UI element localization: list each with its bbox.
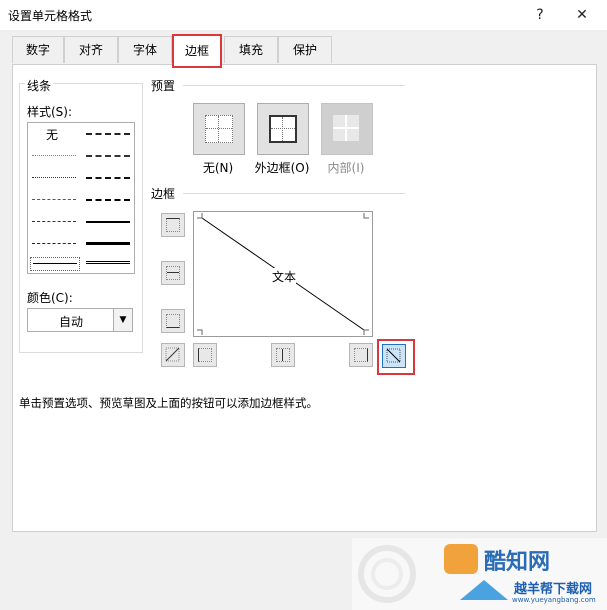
border-left-button[interactable]	[193, 343, 217, 367]
line-style-double[interactable]	[86, 261, 130, 264]
line-style-slant-dash-dot[interactable]	[86, 155, 130, 157]
tab-number[interactable]: 数字	[12, 36, 64, 63]
tab-alignment[interactable]: 对齐	[64, 36, 118, 63]
border-section-title: 边框	[151, 187, 176, 201]
line-style-dash-dot[interactable]	[32, 221, 76, 222]
diagonal-down-icon	[386, 348, 401, 363]
presets-divider	[183, 85, 405, 86]
preset-inside-icon	[333, 115, 359, 141]
border-diagonal-up-button[interactable]	[161, 343, 185, 367]
preset-inside-button	[321, 103, 373, 155]
tab-font[interactable]: 字体	[118, 36, 172, 63]
border-right-icon	[354, 348, 368, 362]
border-left-icon	[198, 348, 212, 362]
border-top-icon	[166, 218, 180, 232]
line-style-list[interactable]: 无	[27, 122, 135, 274]
line-style-dashed[interactable]	[32, 243, 76, 244]
line-style-medium-dash-dot[interactable]	[86, 177, 130, 179]
watermark-logo-icon	[358, 545, 416, 603]
title-bar: 设置单元格格式 ? ✕	[0, 0, 607, 30]
border-right-button[interactable]	[349, 343, 373, 367]
close-button[interactable]: ✕	[570, 4, 594, 26]
border-diagonal-down-button[interactable]	[382, 344, 406, 368]
border-bottom-button[interactable]	[161, 309, 185, 333]
line-style-none[interactable]: 无	[46, 126, 58, 143]
border-inside-vertical-button[interactable]	[271, 343, 295, 367]
line-group-title: 线条	[25, 77, 54, 94]
tab-protection[interactable]: 保护	[278, 36, 332, 63]
description-text: 单击预置选项、预览草图及上面的按钮可以添加边框样式。	[19, 396, 318, 410]
style-label: 样式(S):	[27, 105, 73, 119]
watermark: 酷知网 越羊帮下载网 www.yueyangbang.com	[352, 538, 607, 610]
diagonal-up-icon	[165, 347, 180, 362]
help-button[interactable]: ?	[528, 4, 552, 26]
line-style-hair[interactable]	[32, 155, 76, 156]
color-label: 颜色(C):	[27, 291, 73, 305]
preset-outline-icon	[269, 115, 297, 143]
border-inside-horizontal-icon	[166, 266, 180, 280]
dialog-title: 设置单元格格式	[8, 9, 93, 23]
border-inside-vertical-icon	[276, 348, 290, 362]
line-style-medium-dashed[interactable]	[86, 199, 130, 201]
line-style-thick[interactable]	[86, 242, 130, 245]
line-style-dotted[interactable]	[32, 177, 76, 178]
line-style-medium-dash-dot-dot[interactable]	[86, 133, 130, 135]
watermark-site-url: www.yueyangbang.com	[512, 596, 596, 604]
preset-none-icon	[205, 115, 233, 143]
tab-border[interactable]: 边框	[172, 34, 222, 68]
line-style-dash-dot-dot[interactable]	[32, 199, 76, 200]
watermark-brand: 酷知网	[484, 550, 551, 575]
border-bottom-icon	[166, 314, 180, 328]
preset-outline-button[interactable]	[257, 103, 309, 155]
color-dropdown[interactable]: 自动 ▼	[27, 308, 133, 332]
color-value: 自动	[58, 315, 83, 329]
preset-outline-label: 外边框(O)	[254, 161, 310, 175]
tab-fill[interactable]: 填充	[224, 36, 278, 63]
preview-text: 文本	[272, 268, 297, 285]
border-divider	[183, 193, 405, 194]
line-style-selected-thin[interactable]	[30, 257, 80, 271]
border-tab-panel: 线条 样式(S): 无 颜色(C): 自动 ▼ 预置 无(N) 外边框(O) 内…	[12, 64, 597, 532]
watermark-brand-badge	[444, 544, 478, 574]
preset-none-label: 无(N)	[202, 161, 234, 175]
chevron-down-icon[interactable]: ▼	[113, 309, 132, 331]
presets-title: 预置	[151, 79, 176, 93]
watermark-site-icon	[460, 580, 508, 600]
border-preview[interactable]: 文本	[193, 211, 373, 337]
line-style-medium[interactable]	[86, 221, 130, 223]
border-inside-horizontal-button[interactable]	[161, 261, 185, 285]
preset-none-button[interactable]	[193, 103, 245, 155]
border-top-button[interactable]	[161, 213, 185, 237]
preset-inside-label: 内部(I)	[327, 161, 365, 175]
watermark-site-name: 越羊帮下载网	[514, 582, 593, 597]
